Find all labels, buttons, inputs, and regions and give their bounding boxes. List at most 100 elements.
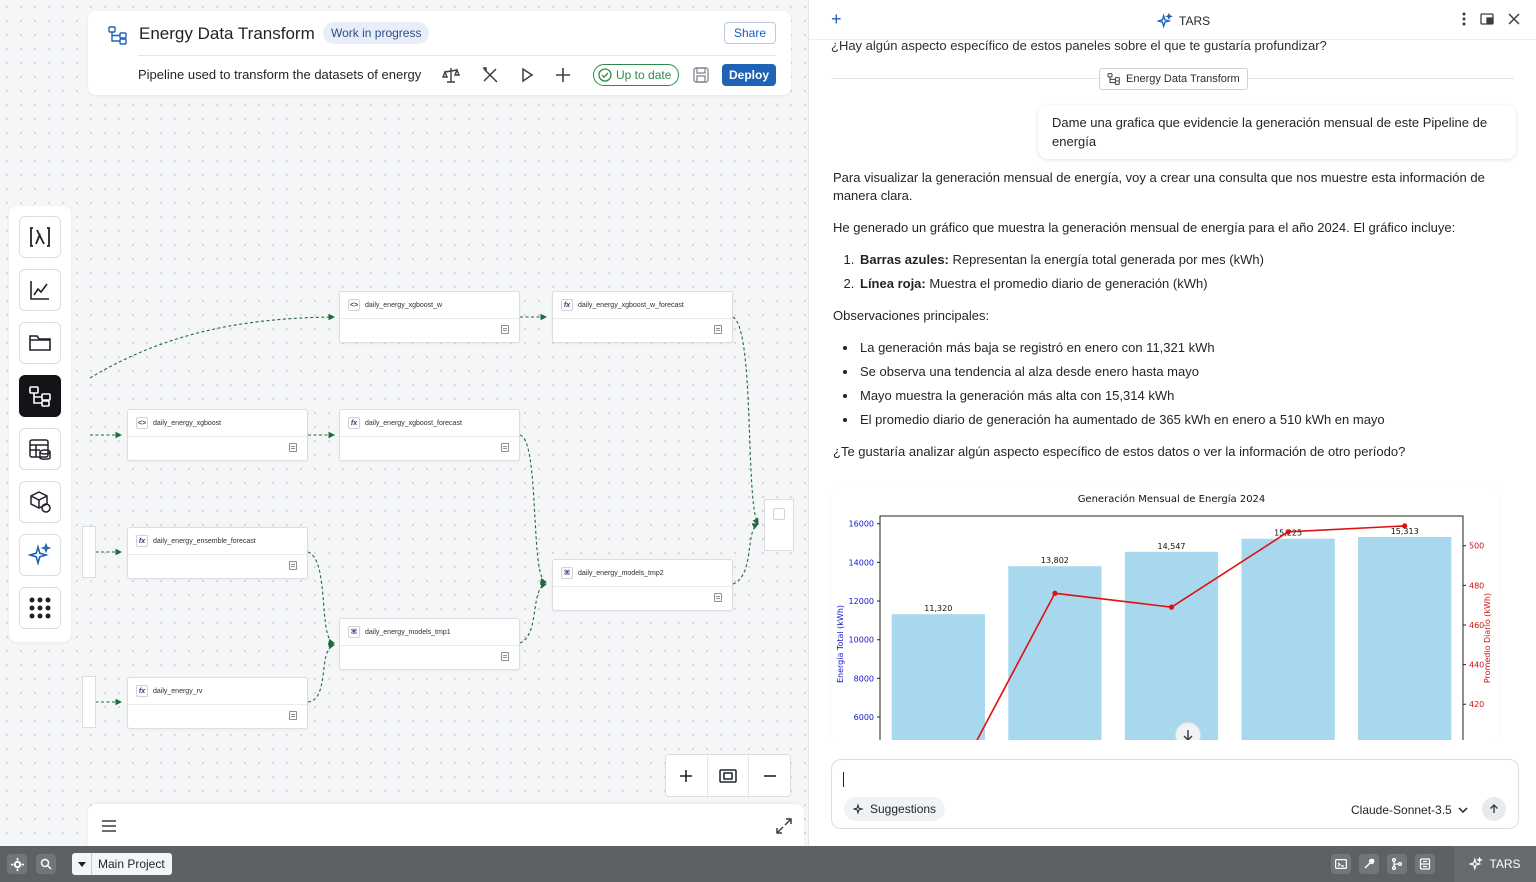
chevron-down-icon bbox=[1458, 807, 1468, 813]
git-branch-icon bbox=[1391, 858, 1403, 870]
arrow-down-icon bbox=[1183, 730, 1193, 740]
up-to-date-label: Up to date bbox=[616, 68, 672, 82]
edge bbox=[307, 551, 336, 646]
suggestions-button[interactable]: Suggestions bbox=[844, 797, 946, 821]
chart-line-point bbox=[1052, 590, 1058, 596]
node-notes-icon[interactable] bbox=[501, 652, 509, 661]
node-offscreen[interactable] bbox=[764, 499, 794, 551]
sidebar-item-lambda[interactable] bbox=[19, 216, 61, 258]
line-chart-icon bbox=[30, 281, 49, 300]
sidebar-item-models[interactable] bbox=[19, 481, 61, 523]
add-icon[interactable] bbox=[553, 65, 573, 85]
status-bar: Main Project TARS bbox=[0, 846, 1536, 882]
send-button[interactable] bbox=[1482, 797, 1506, 821]
edge bbox=[732, 523, 759, 585]
assistant-message: Para visualizar la generación mensual de… bbox=[833, 169, 1509, 475]
close-icon[interactable] bbox=[1508, 13, 1520, 25]
list-item: Mayo muestra la generación más alta con … bbox=[858, 387, 1509, 405]
node-notes-icon[interactable] bbox=[289, 561, 297, 570]
node-label: daily_energy_xgboost_w_forecast bbox=[578, 301, 684, 309]
sidebar-item-charts[interactable] bbox=[19, 269, 61, 311]
pipeline-description: Pipeline used to transform the datasets … bbox=[138, 67, 422, 82]
storage-button[interactable] bbox=[1415, 854, 1435, 874]
zoom-controls bbox=[665, 754, 791, 797]
node-label: daily_energy_xgboost_w bbox=[365, 301, 443, 309]
node-offscreen[interactable] bbox=[82, 676, 96, 728]
save-icon[interactable] bbox=[691, 65, 711, 85]
tars-button[interactable]: TARS bbox=[1454, 846, 1536, 882]
bottom-drawer bbox=[88, 804, 804, 846]
observations-title: Observaciones principales: bbox=[833, 308, 990, 323]
chat-messages[interactable]: ¿Hay algún aspecto específico de estos p… bbox=[809, 40, 1536, 740]
observations-list: La generación más baja se registró en en… bbox=[833, 339, 1509, 429]
edge bbox=[307, 642, 336, 703]
pipeline-node[interactable]: ⌘ daily_energy_models_tmp1 bbox=[339, 618, 520, 670]
pipeline-node[interactable]: fx daily_energy_rv bbox=[127, 677, 308, 729]
sidebar-item-pipelines[interactable] bbox=[19, 375, 61, 417]
user-message: Dame una grafica que evidencie la genera… bbox=[1038, 105, 1516, 159]
node-notes-icon[interactable] bbox=[501, 325, 509, 334]
node-notes-icon[interactable] bbox=[714, 325, 722, 334]
git-button[interactable] bbox=[1387, 854, 1407, 874]
sidebar-item-datasets[interactable] bbox=[19, 428, 61, 470]
pipeline-node[interactable]: fx daily_energy_ensemble_forecast bbox=[127, 527, 308, 579]
node-offscreen[interactable] bbox=[82, 526, 96, 578]
new-chat-button[interactable]: + bbox=[831, 10, 842, 28]
chart-bar bbox=[1241, 538, 1335, 740]
text-caret bbox=[843, 772, 844, 787]
arrow-up-icon bbox=[1490, 804, 1498, 813]
sidebar-item-apps[interactable] bbox=[19, 587, 61, 629]
list-item: Línea roja: Muestra el promedio diario d… bbox=[858, 275, 1509, 293]
node-notes-icon[interactable] bbox=[501, 443, 509, 452]
tools-icon[interactable] bbox=[480, 65, 500, 85]
pipeline-title: Energy Data Transform bbox=[139, 24, 315, 43]
pipeline-node[interactable]: <> daily_energy_xgboost_w bbox=[339, 291, 520, 343]
share-button[interactable]: Share bbox=[723, 22, 776, 44]
assistant-panel: + TARS ¿Hay algún aspecto específico de … bbox=[808, 0, 1536, 846]
pipeline-canvas[interactable]: Energy Data Transform Work in progress S… bbox=[0, 0, 808, 846]
expand-icon[interactable] bbox=[776, 818, 792, 834]
edge bbox=[519, 434, 548, 585]
pipeline-node[interactable]: ⌘ daily_energy_models_tmp2 bbox=[552, 559, 733, 611]
pipeline-node[interactable]: fx daily_energy_xgboost_forecast bbox=[339, 409, 520, 461]
sparkles-icon bbox=[1157, 13, 1173, 29]
node-notes-icon[interactable] bbox=[289, 711, 297, 720]
check-circle-icon bbox=[598, 68, 612, 82]
pipeline-node[interactable]: <> daily_energy_xgboost bbox=[127, 409, 308, 461]
node-notes-icon[interactable] bbox=[289, 443, 297, 452]
deploy-button[interactable]: Deploy bbox=[722, 64, 776, 86]
chart-bar bbox=[1358, 537, 1452, 740]
up-to-date-status: Up to date bbox=[593, 64, 680, 86]
assistant-intro: Para visualizar la generación mensual de… bbox=[833, 170, 1485, 203]
menu-icon[interactable] bbox=[101, 819, 117, 833]
function-icon: fx bbox=[561, 299, 573, 311]
tools-button[interactable] bbox=[1359, 854, 1379, 874]
settings-button[interactable] bbox=[7, 854, 27, 874]
scale-icon[interactable] bbox=[441, 65, 461, 85]
assistant-follow-up: ¿Te gustaría analizar algún aspecto espe… bbox=[833, 444, 1406, 459]
more-vertical-icon[interactable] bbox=[1462, 12, 1466, 26]
zoom-out-button[interactable] bbox=[749, 755, 790, 796]
chat-composer[interactable]: Suggestions Claude-Sonnet-3.5 bbox=[831, 759, 1519, 829]
play-icon[interactable] bbox=[517, 65, 537, 85]
energy-chart: Generación Mensual de Energía 2024 11,320… bbox=[831, 488, 1499, 740]
dock-icon[interactable] bbox=[1480, 13, 1494, 25]
search-button[interactable] bbox=[36, 854, 56, 874]
chart-y2-tick-label: 460 bbox=[1469, 621, 1484, 630]
fit-view-button[interactable] bbox=[708, 755, 750, 796]
folder-icon bbox=[29, 335, 51, 351]
model-selector[interactable]: Claude-Sonnet-3.5 bbox=[1351, 803, 1468, 817]
list-item: Se observa una tendencia al alza desde e… bbox=[858, 363, 1509, 381]
model-icon: ⌘ bbox=[561, 567, 573, 579]
sidebar-item-ai[interactable] bbox=[19, 534, 61, 576]
pipeline-node[interactable]: fx daily_energy_xgboost_w_forecast bbox=[552, 291, 733, 343]
sidebar-item-files[interactable] bbox=[19, 322, 61, 364]
project-selector[interactable]: Main Project bbox=[72, 853, 172, 875]
function-icon: fx bbox=[136, 685, 148, 697]
zoom-in-button[interactable] bbox=[666, 755, 708, 796]
chart-bar bbox=[1124, 551, 1219, 740]
pipeline-reference-chip[interactable]: Energy Data Transform bbox=[1099, 68, 1248, 90]
terminal-button[interactable] bbox=[1331, 854, 1351, 874]
node-label: daily_energy_xgboost bbox=[153, 419, 222, 427]
node-notes-icon[interactable] bbox=[714, 593, 722, 602]
